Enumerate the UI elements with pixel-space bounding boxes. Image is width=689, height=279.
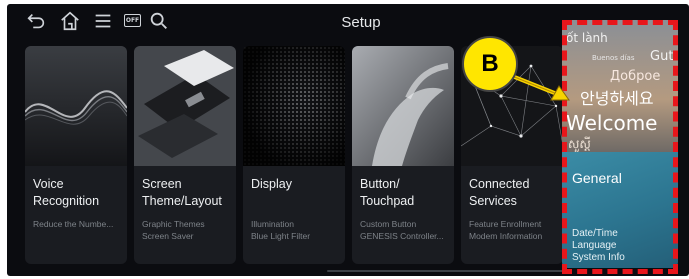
svg-text:Buenos días: Buenos días	[592, 54, 635, 62]
general-card-body: General Date/Time Language System Info	[562, 152, 678, 268]
horizontal-scrollbar[interactable]	[327, 270, 567, 272]
display-dots-image	[243, 46, 345, 166]
card-general[interactable]: ốt lành Buenos días Gut Доброе 안녕하세요 Wel…	[562, 20, 678, 268]
card-screen-theme-layout[interactable]: Screen Theme/Layout Graphic Themes Screen …	[134, 46, 236, 264]
voice-wave-image	[25, 46, 127, 166]
svg-text:Welcome: Welcome	[566, 111, 657, 135]
card-subtitle: Feature Enrollment Modem Information	[469, 219, 543, 241]
callout-badge-b: B	[462, 36, 518, 92]
card-subtitle: Custom Button GENESIS Controller...	[360, 219, 444, 241]
card-label: Connected Services	[469, 177, 530, 208]
card-subtitle: Date/Time Language System Info	[572, 228, 625, 263]
touchpad-hand-image	[352, 46, 454, 166]
card-label: Voice Recognition	[33, 177, 100, 208]
svg-text:Gut: Gut	[650, 49, 673, 64]
card-label: General	[572, 170, 622, 186]
languages-collage-image: ốt lành Buenos días Gut Доброе 안녕하세요 Wel…	[562, 20, 678, 152]
theme-screens-image	[134, 46, 236, 166]
callout-arrow-icon	[506, 72, 570, 101]
svg-text:ốt lành: ốt lành	[566, 31, 608, 45]
card-label: Display	[251, 177, 292, 191]
card-subtitle: Reduce the Numbe...	[33, 219, 114, 229]
svg-text:សួស្តី: សួស្តី	[568, 136, 591, 152]
svg-text:안녕하세요: 안녕하세요	[580, 89, 654, 108]
card-voice-recognition[interactable]: Voice Recognition Reduce the Numbe...	[25, 46, 127, 264]
svg-text:Доброе: Доброе	[610, 69, 660, 84]
card-label: Screen Theme/Layout	[142, 177, 222, 208]
card-subtitle: Illumination Blue Light Filter	[251, 219, 311, 241]
card-button-touchpad[interactable]: Button/Touchpad Custom Button GENESIS Con…	[352, 46, 454, 264]
card-subtitle: Graphic Themes Screen Saver	[142, 219, 205, 241]
card-display[interactable]: Display Illumination Blue Light Filter	[243, 46, 345, 264]
card-label: Button/Touchpad	[360, 177, 415, 208]
